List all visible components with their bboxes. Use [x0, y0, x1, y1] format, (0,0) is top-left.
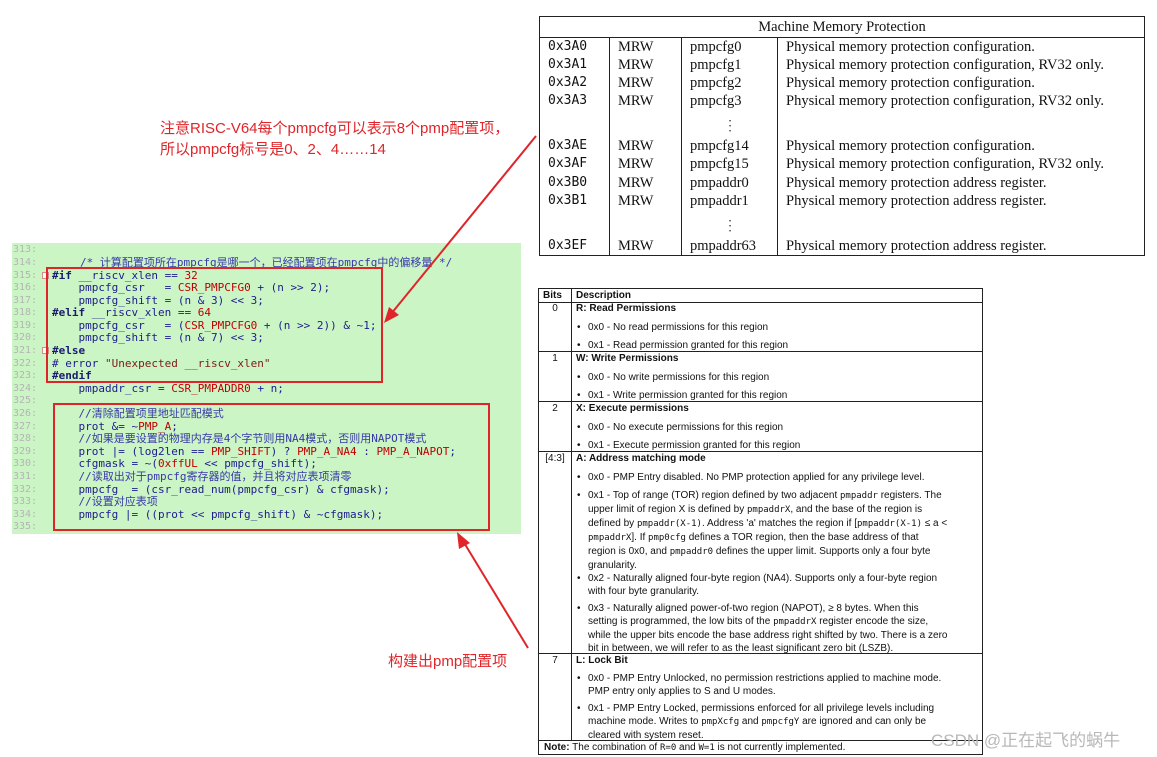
bit-index: 0: [552, 303, 558, 314]
item-text: registers. The: [877, 490, 942, 501]
bit-index: 2: [552, 403, 558, 414]
item-text: 0x0 - No execute permissions for this re…: [588, 422, 784, 433]
watermark: CSDN @正在起飞的蜗牛: [931, 731, 1121, 750]
register-name: pmp0cfg: [648, 533, 686, 543]
pmpcfg-bits-table: Bits Description 0 R: Read Permissions •…: [538, 288, 983, 755]
list-item: • 0x0 - No execute permissions for this r…: [577, 422, 784, 433]
register-name: pmpaddr: [840, 491, 878, 501]
item-text: 0x0 - No read permissions for this regio…: [588, 322, 769, 333]
note-code: R=0: [660, 743, 677, 753]
note-text: is not currently implemented.: [714, 742, 846, 753]
column-header: Bits: [543, 290, 562, 301]
item-text: . Address 'a' matches the region if [: [701, 518, 857, 529]
item-text: machine mode. Writes to: [588, 716, 702, 727]
item-text: and: [739, 716, 762, 727]
field-title: L: Lock Bit: [576, 655, 628, 666]
item-text: while the upper bits encode the base add…: [588, 630, 948, 641]
item-text: 0x0 - PMP Entry disabled. No PMP protect…: [588, 472, 925, 483]
register-name: pmpaddrX: [746, 505, 791, 515]
item-text: are ignored and can only be: [799, 716, 927, 727]
item-text: defines a TOR region, then the base addr…: [685, 532, 919, 543]
item-text: 0x3 - Naturally aligned power-of-two reg…: [588, 603, 919, 614]
note-text: The combination of: [569, 742, 660, 753]
column-header: Description: [576, 290, 632, 301]
item-text: defines the upper limit. Supports only a…: [713, 546, 931, 557]
arrow-icon: [384, 135, 537, 323]
bit-index: 1: [552, 353, 558, 364]
item-text: 0x1 - PMP Entry Locked, permissions enfo…: [588, 703, 935, 714]
register-name: pmpaddr(X-1): [856, 519, 923, 529]
column-divider: [571, 289, 572, 740]
bit-index: 7: [552, 655, 558, 666]
item-text: granularity.: [588, 560, 637, 571]
list-item: • 0x1 - Execute permission granted for th…: [577, 440, 801, 451]
item-text: 0x1 - Execute permission granted for thi…: [588, 440, 801, 451]
item-text: region is 0x0, and: [588, 546, 670, 557]
field-title: A: Address matching mode: [576, 453, 706, 464]
item-text: setting is programmed, the low bits of t…: [588, 616, 774, 627]
arrow-icon: [457, 532, 529, 649]
list-item: • 0x2 - Naturally aligned four-byte regi…: [577, 572, 978, 598]
field-title: X: Execute permissions: [576, 403, 689, 414]
list-item: • 0x3 - Naturally aligned power-of-two r…: [577, 602, 978, 655]
item-text: defined by: [588, 518, 637, 529]
list-item: • 0x1 - Read permission granted for this …: [577, 340, 789, 351]
field-title: R: Read Permissions: [576, 303, 677, 314]
register-name: pmpcfgY: [761, 717, 800, 727]
list-item: • 0x1 - Top of range (TOR) region define…: [577, 489, 978, 572]
bit-index: [4:3]: [545, 453, 565, 464]
item-text: upper limit of region X is defined by: [588, 504, 747, 515]
table-footnote: Note: The combination of R=0 and W=1 is …: [544, 741, 845, 755]
item-text: 0x1 - Read permission granted for this r…: [588, 340, 789, 351]
item-text: 0x1 - Top of range (TOR) region defined …: [588, 490, 840, 501]
item-text: bit in between, we will refer to as the …: [588, 643, 894, 654]
item-text: 0x0 - No write permissions for this regi…: [588, 372, 770, 383]
field-title: W: Write Permissions: [576, 353, 679, 364]
item-text: with four byte granularity.: [588, 586, 699, 597]
note-label: Note:: [544, 742, 570, 753]
list-item: • 0x1 - PMP Entry Locked, permissions en…: [577, 702, 978, 742]
item-text: 0x1 - Write permission granted for this …: [588, 390, 788, 401]
item-text: ]. If: [631, 532, 649, 543]
register-name: pmpXcfg: [701, 717, 740, 727]
register-name: pmpaddrX: [773, 617, 817, 627]
list-item: • 0x0 - No write permissions for this reg…: [577, 372, 770, 383]
item-text: 0x2 - Naturally aligned four-byte region…: [588, 573, 938, 584]
register-name: pmpaddr0: [669, 547, 714, 557]
item-text: PMP entry only applies to S and U modes.: [588, 686, 776, 697]
item-text: , and the base of the region is: [790, 504, 923, 515]
register-name: pmpaddr(X-1): [636, 519, 702, 529]
item-text: register encode the size,: [816, 616, 929, 627]
item-text: 0x0 - PMP Entry Unlocked, no permission …: [588, 673, 942, 684]
list-item: • 0x0 - No read permissions for this regi…: [577, 322, 769, 333]
list-item: • 0x0 - PMP Entry Unlocked, no permissio…: [577, 672, 978, 698]
item-text: ≤ a <: [922, 518, 948, 529]
note-text: and: [676, 742, 699, 753]
note-code: W=1: [698, 743, 715, 753]
register-name: pmpaddrX: [588, 533, 632, 543]
list-item: • 0x1 - Write permission granted for this…: [577, 390, 788, 401]
list-item: • 0x0 - PMP Entry disabled. No PMP protec…: [577, 472, 925, 483]
